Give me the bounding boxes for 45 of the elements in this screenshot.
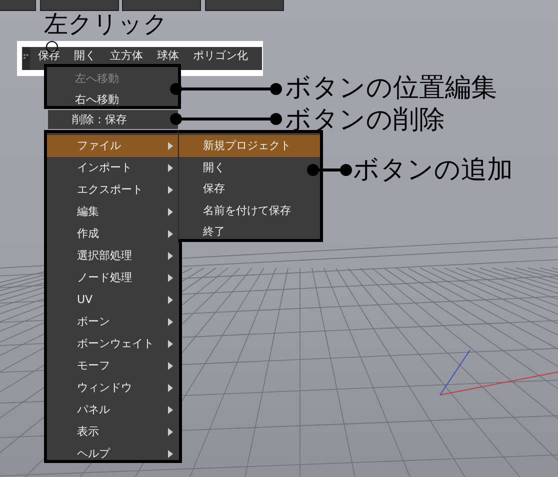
grip-icon[interactable]: [23, 47, 30, 70]
menu-item[interactable]: 選択部処理: [47, 245, 179, 267]
menu-item[interactable]: パネル: [47, 399, 179, 421]
menu-item[interactable]: 表示: [47, 421, 179, 443]
submenu-arrow-icon: [168, 252, 173, 260]
menu-item[interactable]: インポート: [47, 157, 179, 179]
menu-item[interactable]: 右へ移動: [47, 89, 178, 110]
submenu-arrow-icon: [168, 406, 173, 414]
menu-item[interactable]: ヘルプ: [47, 443, 179, 465]
menu-item[interactable]: 名前を付けて保存: [179, 200, 320, 221]
toolbar-item[interactable]: 球体: [157, 49, 179, 62]
menu-item[interactable]: 保存: [179, 178, 320, 200]
submenu-arrow-icon: [168, 428, 173, 436]
menu-item[interactable]: エクスポート: [47, 179, 179, 201]
submenu-arrow-icon: [168, 186, 173, 194]
toolbar-item[interactable]: ポリゴン化: [193, 49, 248, 62]
callout-label: ボタンの削除: [285, 104, 445, 137]
menu-item[interactable]: 終了: [179, 221, 320, 242]
menu-item[interactable]: ノード処理: [47, 267, 179, 289]
menu-item[interactable]: ファイル: [47, 135, 179, 157]
submenu-arrow-icon: [168, 274, 173, 282]
menu-item[interactable]: ウィンドウ: [47, 377, 179, 399]
callout-label: ボタンの位置編集: [285, 72, 497, 105]
toolbar-item[interactable]: 開く: [74, 49, 96, 62]
submenu-arrow-icon: [168, 450, 173, 458]
annotation-label: 左クリック: [44, 11, 168, 37]
submenu-arrow-icon: [168, 340, 173, 348]
menu-item[interactable]: ボーンウェイト: [47, 333, 179, 355]
menu-item[interactable]: 削除：保存: [48, 110, 178, 129]
menu-item[interactable]: ボーン: [47, 311, 179, 333]
submenu-arrow-icon: [168, 142, 173, 150]
toolbar-item[interactable]: 立方体: [110, 49, 143, 62]
menu-item[interactable]: 新規プロジェクト: [179, 135, 320, 156]
menu-item[interactable]: 編集: [47, 201, 179, 223]
submenu-arrow-icon: [168, 384, 173, 392]
submenu-arrow-icon: [168, 164, 173, 172]
submenu-arrow-icon: [168, 318, 173, 326]
menu-item[interactable]: 作成: [47, 223, 179, 245]
menu-item[interactable]: UV: [47, 289, 179, 311]
callout-label: ボタンの追加: [353, 154, 513, 187]
submenu-arrow-icon: [168, 208, 173, 216]
submenu-arrow-icon: [168, 296, 173, 304]
submenu-arrow-icon: [168, 362, 173, 370]
submenu-arrow-icon: [168, 230, 173, 238]
menu-item[interactable]: モーフ: [47, 355, 179, 377]
